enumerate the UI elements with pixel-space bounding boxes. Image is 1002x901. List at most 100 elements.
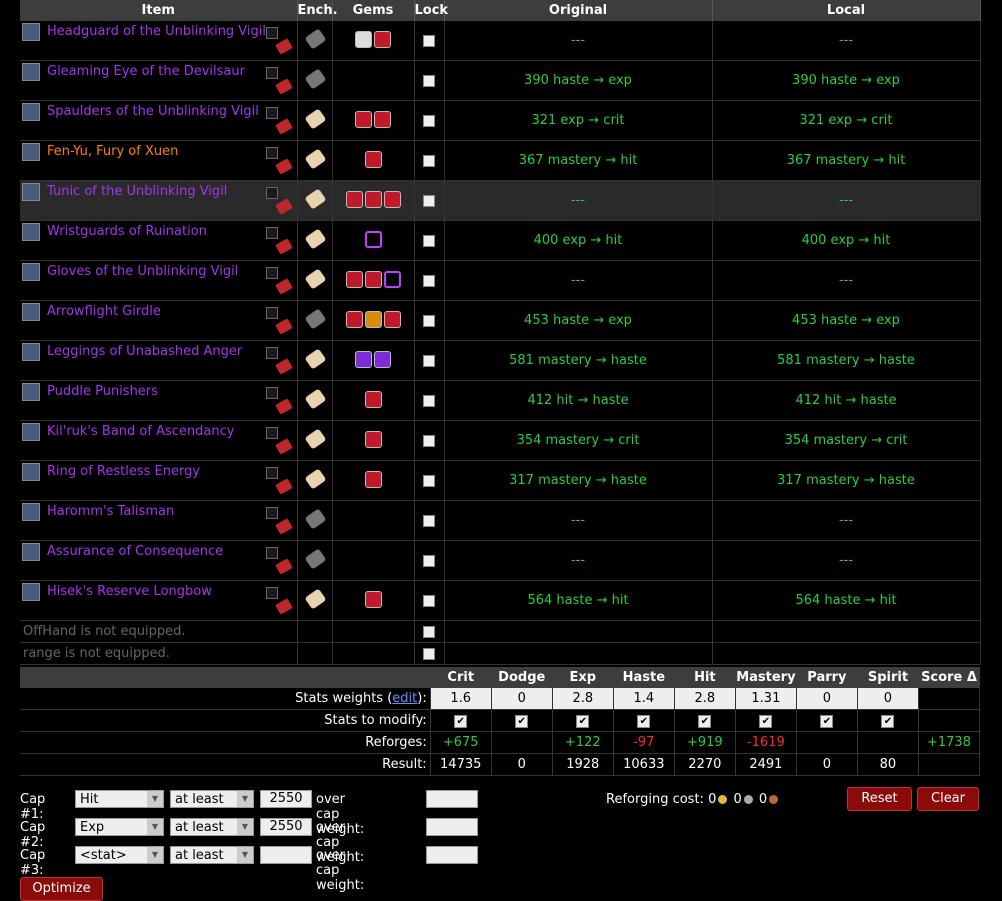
red-gem-icon[interactable] <box>364 591 382 608</box>
item-checkbox[interactable] <box>266 467 278 479</box>
orange-gem-icon[interactable] <box>364 311 382 328</box>
item-icon[interactable] <box>22 503 40 521</box>
item-checkbox[interactable] <box>266 27 278 39</box>
enchant-scroll-icon[interactable] <box>304 348 326 370</box>
item-name[interactable]: Assurance of Consequence <box>47 544 223 559</box>
item-checkbox[interactable] <box>266 347 278 359</box>
item-icon[interactable] <box>22 23 40 41</box>
reforge-icon[interactable] <box>275 358 293 375</box>
item-icon[interactable] <box>22 543 40 561</box>
red-gem-icon[interactable] <box>383 191 401 208</box>
enchant-scroll-icon[interactable] <box>304 28 326 50</box>
enchant-scroll-icon[interactable] <box>304 388 326 410</box>
enchant-scroll-icon[interactable] <box>304 268 326 290</box>
lock-checkbox[interactable] <box>423 595 435 607</box>
lock-checkbox[interactable] <box>423 235 435 247</box>
red-gem-icon[interactable] <box>364 191 382 208</box>
lock-checkbox[interactable] <box>423 475 435 487</box>
red-gem-icon[interactable] <box>364 391 382 408</box>
weight-input[interactable]: 0 <box>796 688 858 710</box>
item-name[interactable]: Haromm's Talisman <box>47 504 174 519</box>
item-name[interactable]: Fen-Yu, Fury of Xuen <box>47 144 178 159</box>
enchant-scroll-icon[interactable] <box>304 548 326 570</box>
modify-checkbox[interactable]: ✔ <box>515 715 529 728</box>
lock-checkbox[interactable] <box>423 195 435 207</box>
item-name[interactable]: Headguard of the Unblinking Vigil <box>47 24 266 39</box>
item-checkbox[interactable] <box>266 147 278 159</box>
weight-input[interactable]: 1.4 <box>613 688 675 710</box>
lock-checkbox[interactable] <box>423 75 435 87</box>
enchant-scroll-icon[interactable] <box>304 68 326 90</box>
item-icon[interactable] <box>22 63 40 81</box>
item-checkbox[interactable] <box>266 267 278 279</box>
weight-input[interactable]: 1.6 <box>430 688 492 710</box>
item-name[interactable]: Kil'ruk's Band of Ascendancy <box>47 424 234 439</box>
modify-checkbox[interactable]: ✔ <box>454 715 468 728</box>
optimize-button[interactable]: Optimize <box>20 877 103 901</box>
modify-checkbox[interactable]: ✔ <box>576 715 590 728</box>
item-icon[interactable] <box>22 383 40 401</box>
item-icon[interactable] <box>22 343 40 361</box>
item-icon[interactable] <box>22 103 40 121</box>
item-icon[interactable] <box>22 303 40 321</box>
weight-input[interactable]: 0 <box>491 688 553 710</box>
red-gem-icon[interactable] <box>364 471 382 488</box>
reforge-icon[interactable] <box>275 118 293 135</box>
lock-checkbox[interactable] <box>423 275 435 287</box>
edit-weights-link[interactable]: edit <box>392 691 417 706</box>
red-gem-icon[interactable] <box>345 271 363 288</box>
item-icon[interactable] <box>22 263 40 281</box>
item-name[interactable]: Spaulders of the Unblinking Vigil <box>47 104 259 119</box>
reforge-icon[interactable] <box>275 438 293 455</box>
item-checkbox[interactable] <box>266 427 278 439</box>
item-name[interactable]: Wristguards of Ruination <box>47 224 207 239</box>
red-gem-icon[interactable] <box>364 151 382 168</box>
cap-value-input[interactable]: 2550 <box>260 818 312 836</box>
lock-checkbox[interactable] <box>423 435 435 447</box>
weight-input[interactable]: 1.31 <box>735 688 797 710</box>
cap-value-input[interactable] <box>260 846 312 864</box>
ocw-input[interactable] <box>426 818 478 836</box>
item-icon[interactable] <box>22 183 40 201</box>
cap-op-select[interactable]: at least ▼ <box>170 818 254 836</box>
item-name[interactable]: Gleaming Eye of the Devilsaur <box>47 64 245 79</box>
reforge-icon[interactable] <box>275 278 293 295</box>
item-name[interactable]: Tunic of the Unblinking Vigil <box>47 184 227 199</box>
enchant-scroll-icon[interactable] <box>304 148 326 170</box>
lock-checkbox[interactable] <box>423 35 435 47</box>
item-icon[interactable] <box>22 143 40 161</box>
prism-gem-icon[interactable] <box>364 231 382 248</box>
item-name[interactable]: Puddle Punishers <box>47 384 158 399</box>
red-gem-icon[interactable] <box>345 311 363 328</box>
cap-value-input[interactable]: 2550 <box>260 790 312 808</box>
red-gem-icon[interactable] <box>374 111 391 128</box>
enchant-scroll-icon[interactable] <box>304 468 326 490</box>
reforge-icon[interactable] <box>275 198 293 215</box>
cap-stat-select[interactable]: Hit ▼ <box>75 790 164 808</box>
weight-input[interactable]: 2.8 <box>552 688 614 710</box>
item-checkbox[interactable] <box>266 547 278 559</box>
item-name[interactable]: Arrowflight Girdle <box>47 304 161 319</box>
cap-stat-select[interactable]: <stat> ▼ <box>75 846 164 864</box>
reforge-icon[interactable] <box>275 398 293 415</box>
ocw-input[interactable] <box>426 846 478 864</box>
lock-checkbox[interactable] <box>423 355 435 367</box>
reforge-icon[interactable] <box>275 558 293 575</box>
lock-checkbox[interactable] <box>423 515 435 527</box>
enchant-scroll-icon[interactable] <box>304 508 326 530</box>
cap-op-select[interactable]: at least ▼ <box>170 790 254 808</box>
red-gem-icon[interactable] <box>374 31 391 48</box>
reforge-icon[interactable] <box>275 318 293 335</box>
modify-checkbox[interactable]: ✔ <box>637 715 651 728</box>
cap-stat-select[interactable]: Exp ▼ <box>75 818 164 836</box>
enchant-scroll-icon[interactable] <box>304 228 326 250</box>
reforge-icon[interactable] <box>275 238 293 255</box>
clear-button[interactable]: Clear <box>917 787 979 811</box>
item-checkbox[interactable] <box>266 587 278 599</box>
reforge-icon[interactable] <box>275 598 293 615</box>
red-gem-icon[interactable] <box>345 191 363 208</box>
item-name[interactable]: Ring of Restless Energy <box>47 464 200 479</box>
red-gem-icon[interactable] <box>355 111 372 128</box>
modify-checkbox[interactable]: ✔ <box>820 715 834 728</box>
modify-checkbox[interactable]: ✔ <box>881 715 895 728</box>
